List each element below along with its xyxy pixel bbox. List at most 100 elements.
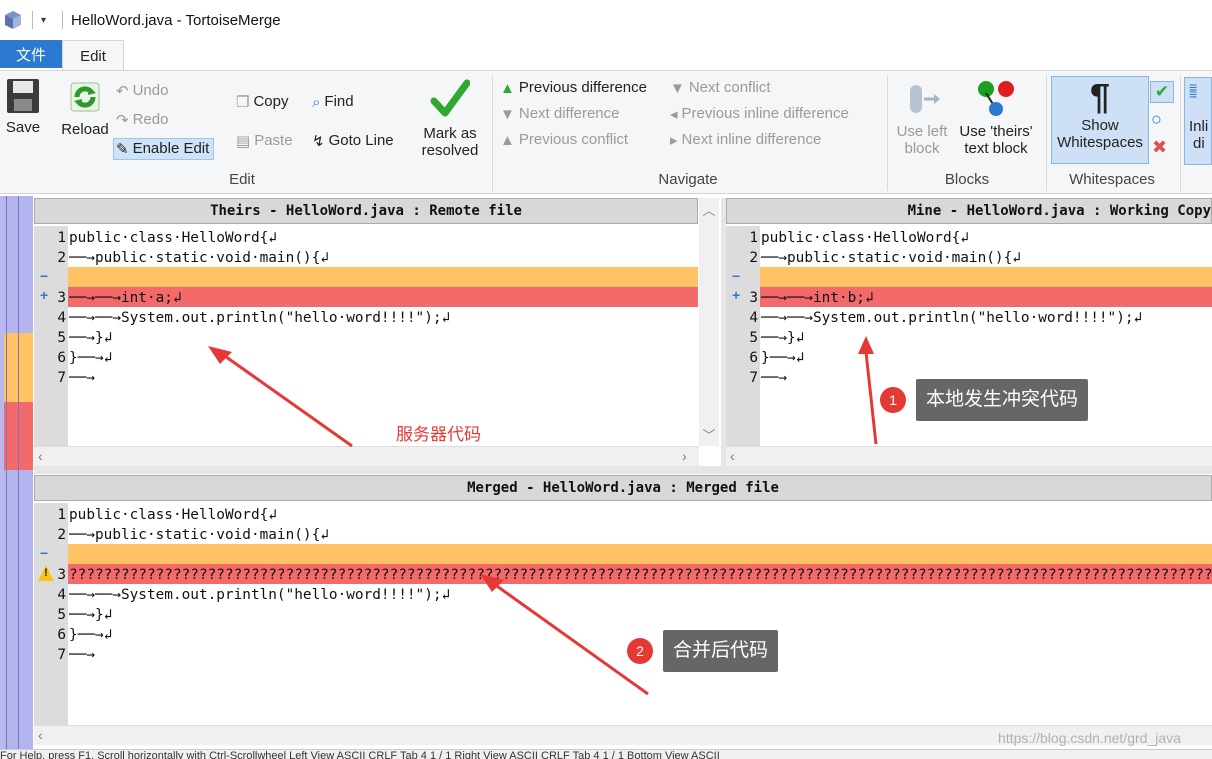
tab-file[interactable]: 文件	[0, 40, 62, 68]
title-bar: ▾ HelloWord.java - TortoiseMerge	[0, 0, 1212, 40]
quick-access-dropdown-icon[interactable]: ▾	[41, 15, 46, 26]
theirs-header: Theirs - HelloWord.java : Remote file	[34, 198, 698, 224]
use-theirs-icon	[978, 81, 1014, 116]
vertical-splitter[interactable]	[721, 198, 726, 466]
code-line[interactable]: ──→public·static·void·main(){↲	[69, 525, 1212, 545]
annotation-badge-1: 1	[880, 387, 906, 413]
pencil-icon: ✎	[116, 141, 129, 159]
save-label: Save	[5, 119, 41, 136]
code-line[interactable]: ──→──→System.out.println("hello·word!!!!…	[69, 585, 1212, 605]
tortoisemerge-app-icon[interactable]	[2, 9, 24, 31]
code-line[interactable]: ──→}↲	[69, 605, 1212, 625]
code-line[interactable]: }──→↲	[761, 348, 1212, 368]
circle-toggle-icon[interactable]: ○	[1151, 109, 1162, 130]
next-difference-label: Next difference	[518, 105, 620, 122]
use-theirs-label-2: text block	[964, 140, 1028, 157]
line-number: 7	[57, 647, 66, 663]
scroll-right-icon[interactable]: ›	[682, 448, 687, 464]
undo-label: Undo	[132, 82, 169, 99]
redo-button[interactable]: ↷ Redo	[116, 111, 168, 129]
theirs-vertical-scrollbar[interactable]: ︿ ﹀	[699, 198, 719, 446]
mark-resolved-label-1: Mark as	[423, 125, 477, 142]
line-number: 5	[57, 607, 66, 623]
find-label: Find	[324, 93, 354, 110]
previous-difference-label: Previous difference	[518, 79, 647, 96]
arrow-up-icon: ▲	[500, 131, 515, 149]
use-theirs-block-button[interactable]: Use 'theirs' text block	[952, 79, 1040, 157]
code-line[interactable]: ──→public·static·void·main(){↲	[69, 248, 697, 268]
line-number: 3	[57, 567, 66, 583]
code-line[interactable]: ????????????????????????????????????????…	[69, 565, 1212, 585]
blocks-group-label: Blocks	[944, 171, 990, 188]
enable-edit-label: Enable Edit	[132, 140, 210, 157]
line-number: 4	[57, 587, 66, 603]
arrow-down-icon: ▼	[500, 105, 515, 123]
scroll-left-icon[interactable]: ‹	[38, 727, 43, 743]
title-separator	[62, 11, 64, 29]
code-line[interactable]: ──→──→System.out.println("hello·word!!!!…	[761, 308, 1212, 328]
show-ws-label-1: Show	[1081, 117, 1119, 134]
next-inline-difference-button[interactable]: ▸ Next inline difference	[670, 131, 821, 149]
goto-line-button[interactable]: ↯ Goto Line	[312, 132, 394, 150]
code-line[interactable]: ──→──→System.out.println("hello·word!!!!…	[69, 308, 697, 328]
enable-edit-button[interactable]: ✎ Enable Edit	[113, 138, 215, 161]
copy-button[interactable]: ❐ Copy	[236, 93, 288, 111]
code-line[interactable]: }──→↲	[69, 348, 697, 368]
theirs-pane[interactable]: Theirs - HelloWord.java : Remote file − …	[34, 198, 721, 466]
code-line[interactable]: ──→──→int·a;↲	[69, 288, 697, 308]
code-line[interactable]	[69, 545, 1212, 565]
code-line[interactable]: ──→}↲	[69, 328, 697, 348]
previous-conflict-button[interactable]: ▲ Previous conflict	[500, 131, 628, 149]
undo-icon: ↶	[116, 83, 129, 101]
paste-button[interactable]: ▤ Paste	[236, 132, 293, 150]
use-left-block-button[interactable]: Use left block	[892, 79, 952, 157]
location-bar[interactable]	[0, 196, 33, 749]
scroll-left-icon[interactable]: ‹	[730, 448, 735, 464]
mine-horizontal-scrollbar[interactable]: ‹	[726, 446, 1212, 466]
check-toggle-icon[interactable]: ✔	[1150, 81, 1174, 103]
code-line[interactable]: public·class·HelloWord{↲	[761, 228, 1212, 248]
next-inline-difference-label: Next inline difference	[681, 131, 822, 148]
group-separator	[492, 75, 493, 191]
previous-difference-button[interactable]: ▲ Previous difference	[500, 79, 647, 97]
group-separator	[1180, 75, 1181, 191]
reload-button[interactable]: Reload	[57, 77, 113, 138]
save-icon	[7, 79, 39, 113]
code-line[interactable]	[761, 268, 1212, 288]
mark-resolved-button[interactable]: Mark as resolved	[418, 77, 482, 159]
close-toggle-icon[interactable]: ✖	[1152, 137, 1167, 158]
scroll-down-icon[interactable]: ﹀	[699, 425, 719, 444]
scroll-up-icon[interactable]: ︿	[699, 200, 719, 219]
scroll-left-icon[interactable]: ‹	[38, 448, 43, 464]
code-line[interactable]	[69, 268, 697, 288]
status-bar: For Help, press F1. Scroll horizontally …	[0, 749, 1212, 759]
inline-label-1: Inli	[1189, 118, 1209, 135]
code-line[interactable]: ──→}↲	[761, 328, 1212, 348]
inline-diff-icon: ≡ ≡	[1189, 79, 1198, 102]
paste-label: Paste	[254, 132, 293, 149]
show-whitespaces-button[interactable]: ¶ Show Whitespaces	[1051, 76, 1149, 164]
previous-inline-difference-label: Previous inline difference	[681, 105, 849, 122]
code-line[interactable]: ──→	[69, 368, 697, 388]
undo-button[interactable]: ↶ Undo	[116, 82, 168, 100]
next-conflict-button[interactable]: ▼ Next conflict	[670, 79, 771, 97]
code-line[interactable]: ──→public·static·void·main(){↲	[761, 248, 1212, 268]
whitespaces-group-label: Whitespaces	[1069, 171, 1155, 188]
tab-edit[interactable]: Edit	[62, 40, 124, 71]
line-number: 7	[57, 370, 66, 386]
find-button[interactable]: ⌕ Find	[312, 93, 354, 111]
previous-inline-difference-button[interactable]: ◂ Previous inline difference	[670, 105, 849, 123]
code-line[interactable]: public·class·HelloWord{↲	[69, 228, 697, 248]
horizontal-splitter[interactable]	[34, 466, 1212, 474]
save-button[interactable]: Save	[2, 77, 44, 136]
line-number: 2	[749, 250, 758, 266]
theirs-horizontal-scrollbar[interactable]: ‹ ›	[34, 446, 699, 466]
mine-pane[interactable]: Mine - HelloWord.java : Working Copy − +…	[726, 198, 1212, 466]
reload-icon	[70, 82, 100, 112]
title-separator	[32, 11, 33, 29]
next-difference-button[interactable]: ▼ Next difference	[500, 105, 619, 123]
code-line[interactable]: public·class·HelloWord{↲	[69, 505, 1212, 525]
inline-diff-button[interactable]: ≡ ≡ Inli di	[1184, 77, 1212, 165]
merged-pane[interactable]: Merged - HelloWord.java : Merged file − …	[34, 475, 1212, 747]
code-line[interactable]: ──→──→int·b;↲	[761, 288, 1212, 308]
